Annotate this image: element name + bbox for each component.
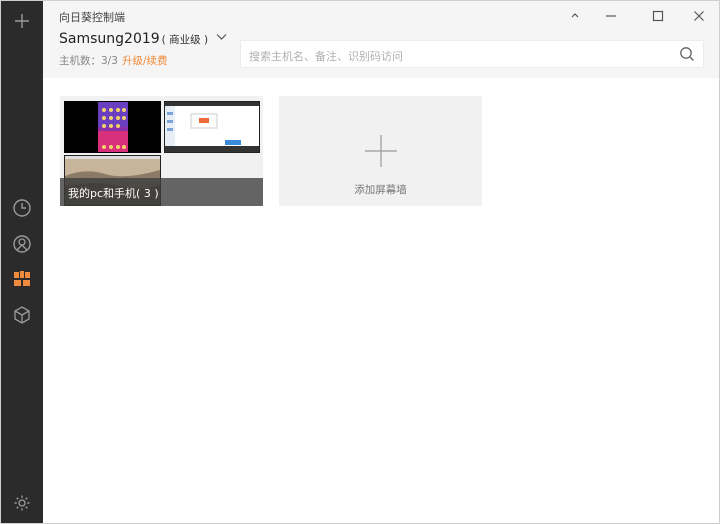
group-label: 我的pc和手机( 3 ) [68, 187, 159, 200]
search-placeholder: 搜索主机名、备注、识别码访问 [249, 50, 403, 63]
app-title: 向日葵控制端 [59, 11, 125, 24]
group-label-bar: 我的pc和手机( 3 ) [60, 178, 263, 206]
screen-wall-card[interactable]: 我的pc和手机( 3 ) [60, 96, 263, 206]
grid-icon[interactable] [10, 267, 34, 291]
account-name: Samsung2019 [59, 31, 160, 47]
close-icon[interactable] [685, 5, 713, 27]
search-input[interactable]: 搜索主机名、备注、识别码访问 [240, 40, 704, 68]
clock-icon[interactable] [10, 196, 34, 220]
header: 向日葵控制端 Samsung2019 ( 商业级 ) 主机数：3/3 升级/续费… [43, 1, 719, 78]
screen-thumbnail-phone [64, 101, 161, 153]
screen-thumbnail-desktop [164, 101, 260, 153]
account-selector[interactable]: Samsung2019 ( 商业级 ) [59, 31, 227, 47]
maximize-icon[interactable] [644, 5, 672, 27]
search-icon[interactable] [679, 46, 695, 66]
remote-icon[interactable] [10, 232, 34, 256]
sidebar [1, 1, 43, 523]
gear-icon[interactable] [10, 491, 34, 515]
minimize-button[interactable] [597, 5, 625, 27]
account-tier: ( 商业级 ) [161, 34, 209, 46]
plus-icon [363, 133, 399, 173]
minimize-icon[interactable] [561, 5, 589, 27]
host-count: 主机数：3/3 [59, 55, 118, 67]
upgrade-link[interactable]: 升级/续费 [122, 53, 168, 68]
plus-icon[interactable] [10, 9, 34, 33]
add-screen-wall-card[interactable]: 添加屏幕墙 [279, 96, 482, 206]
chevron-down-icon[interactable] [216, 29, 227, 45]
cube-icon[interactable] [10, 303, 34, 327]
add-screen-wall-label: 添加屏幕墙 [354, 184, 407, 196]
app-window: 向日葵控制端 Samsung2019 ( 商业级 ) 主机数：3/3 升级/续费… [0, 0, 720, 524]
